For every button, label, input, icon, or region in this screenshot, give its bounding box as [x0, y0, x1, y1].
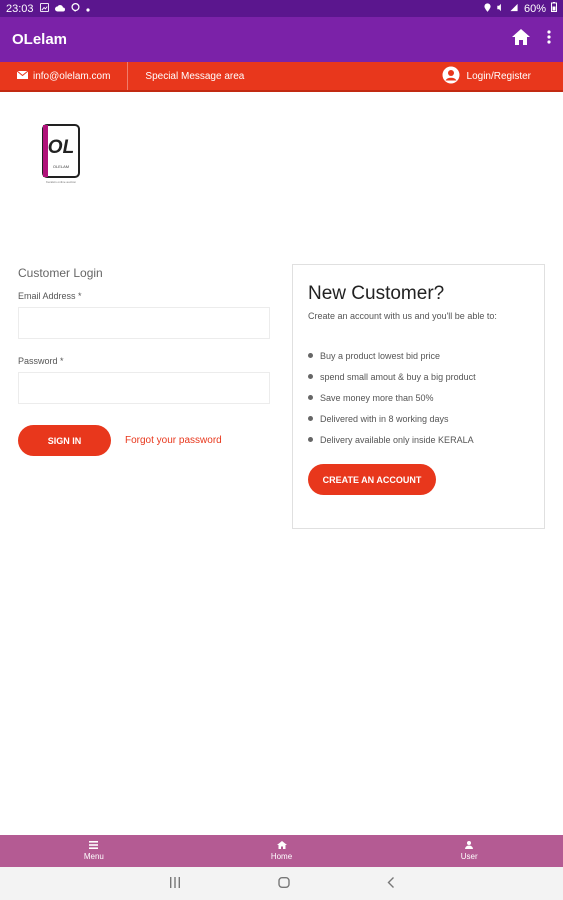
envelope-icon — [16, 70, 29, 82]
login-title: Customer Login — [18, 266, 103, 280]
wifi-signal-icon — [509, 3, 519, 15]
bullet-icon — [308, 437, 313, 442]
benefit-list: Buy a product lowest bid price spend sma… — [308, 345, 529, 450]
list-item: spend small amout & buy a big product — [308, 366, 529, 387]
home-icon — [276, 841, 287, 852]
image-notification-icon — [39, 2, 49, 15]
list-item: Delivery available only inside KERALA — [308, 429, 529, 450]
home-button-icon[interactable] — [277, 875, 290, 893]
bullet-icon — [308, 374, 313, 379]
location-icon — [484, 2, 491, 15]
chat-icon — [70, 2, 80, 15]
battery-label: 60% — [523, 2, 546, 15]
nav-menu[interactable]: Menu — [0, 835, 188, 867]
email-field[interactable] — [18, 307, 270, 339]
status-time: 23:03 — [6, 2, 34, 15]
system-navigation-bar — [0, 867, 563, 900]
nav-home-label: Home — [270, 852, 293, 861]
list-item: Delivered with in 8 working days — [308, 408, 529, 429]
password-field[interactable] — [18, 372, 270, 404]
login-register-link[interactable]: Login/Register — [442, 66, 563, 87]
create-account-button[interactable]: CREATE AN ACCOUNT — [308, 464, 436, 495]
login-register-text: Login/Register — [466, 70, 531, 82]
home-icon[interactable] — [511, 28, 531, 51]
back-icon[interactable] — [387, 875, 395, 893]
special-message: Special Message area — [145, 70, 245, 82]
user-avatar-icon — [442, 66, 460, 87]
list-item: Save money more than 50% — [308, 387, 529, 408]
nav-user[interactable]: User — [375, 835, 563, 867]
nav-menu-label: Menu — [83, 852, 104, 861]
app-bar: OLelam — [0, 17, 563, 62]
email-label: Email Address * — [18, 291, 82, 301]
more-options-icon[interactable] — [547, 30, 551, 49]
olelam-logo[interactable]: OL OLELAM Kerala's online auction — [38, 123, 84, 185]
bullet-icon — [308, 416, 313, 421]
nav-home[interactable]: Home — [188, 835, 376, 867]
list-item: Buy a product lowest bid price — [308, 345, 529, 366]
battery-icon — [551, 2, 557, 15]
email-text: info@olelam.com — [33, 70, 111, 82]
new-customer-subtitle: Create an account with us and you'll be … — [308, 311, 497, 321]
dot-icon — [85, 3, 90, 15]
bottom-navigation: Menu Home User — [0, 835, 563, 867]
hamburger-icon — [89, 841, 99, 852]
new-customer-panel: New Customer? Create an account with us … — [292, 264, 545, 529]
user-icon — [465, 841, 474, 852]
password-label: Password * — [18, 356, 64, 366]
sign-in-button[interactable]: SIGN IN — [18, 425, 111, 456]
bullet-icon — [308, 395, 313, 400]
mute-icon — [496, 3, 504, 15]
svg-text:OLELAM: OLELAM — [53, 164, 69, 169]
email-link[interactable]: info@olelam.com — [0, 62, 127, 90]
cloud-icon — [54, 3, 65, 15]
status-bar: 23:03 60% — [0, 0, 563, 17]
bullet-icon — [308, 353, 313, 358]
svg-text:OL: OL — [48, 137, 74, 158]
top-info-strip: info@olelam.com Special Message area Log… — [0, 62, 563, 92]
forgot-password-link[interactable]: Forgot your password — [125, 435, 222, 446]
svg-text:Kerala's online auction: Kerala's online auction — [46, 180, 76, 184]
new-customer-title: New Customer? — [308, 283, 445, 304]
app-title: OLelam — [12, 31, 68, 48]
recent-apps-icon[interactable] — [169, 875, 181, 893]
nav-user-label: User — [460, 852, 478, 861]
customer-login-form: Customer Login Email Address * Password … — [18, 266, 270, 456]
